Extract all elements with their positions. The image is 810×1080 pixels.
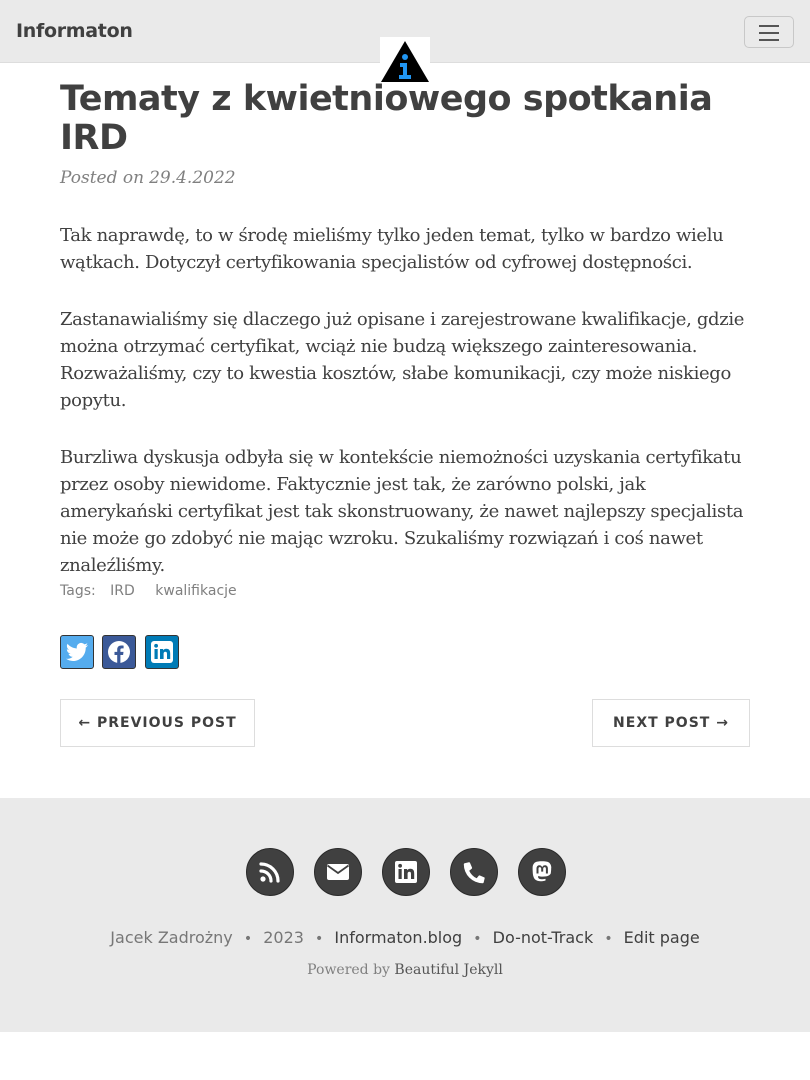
envelope-icon bbox=[326, 864, 350, 880]
post-paragraph-1: Tak naprawdę, to w środę mieliśmy tylko … bbox=[60, 225, 724, 273]
previous-post-button[interactable]: ← PREVIOUS POST bbox=[60, 699, 255, 747]
powered-by-label: Powered by bbox=[307, 962, 390, 978]
facebook-icon bbox=[108, 641, 131, 663]
footer-separator: • bbox=[604, 931, 613, 947]
footer-phone-link[interactable] bbox=[450, 848, 498, 896]
linkedin-icon bbox=[150, 641, 173, 663]
next-post-button[interactable]: NEXT POST → bbox=[592, 699, 750, 747]
footer-year: 2023 bbox=[263, 928, 304, 947]
footer-powered-by: Powered by Beautiful Jekyll bbox=[0, 962, 810, 978]
share-facebook-button[interactable] bbox=[102, 635, 137, 669]
rss-icon bbox=[259, 862, 280, 883]
footer: Jacek Zadrożny • 2023 • Informaton.blog … bbox=[0, 798, 810, 1032]
footer-site-link[interactable]: Informaton.blog bbox=[334, 928, 462, 947]
footer-linkedin-link[interactable] bbox=[382, 848, 430, 896]
tag-link-ird[interactable]: IRD bbox=[110, 583, 135, 599]
hamburger-menu-icon bbox=[759, 25, 779, 41]
menu-toggle-button[interactable] bbox=[744, 16, 794, 48]
post-date: 29.4.2022 bbox=[149, 168, 236, 188]
share-twitter-button[interactable] bbox=[60, 635, 94, 669]
theme-link[interactable]: Beautiful Jekyll bbox=[394, 962, 502, 978]
footer-edit-page-link[interactable]: Edit page bbox=[624, 928, 700, 947]
share-linkedin-button[interactable] bbox=[144, 635, 179, 669]
site-brand-link[interactable]: Informaton bbox=[16, 20, 133, 42]
footer-copyright: Jacek Zadrożny • 2023 • Informaton.blog … bbox=[0, 928, 810, 947]
footer-social-links bbox=[246, 848, 566, 896]
footer-separator: • bbox=[243, 931, 253, 947]
footer-mastodon-link[interactable] bbox=[518, 848, 566, 896]
twitter-icon bbox=[66, 642, 88, 661]
info-triangle-logo-icon[interactable] bbox=[380, 37, 430, 84]
footer-email-link[interactable] bbox=[314, 848, 362, 896]
share-buttons bbox=[60, 635, 183, 669]
post-tags: Tags: IRD kwalifikacje bbox=[60, 583, 243, 599]
post-paragraph-2: Zastanawialiśmy się dlaczego już opisane… bbox=[60, 309, 745, 411]
footer-rss-link[interactable] bbox=[246, 848, 294, 896]
footer-author: Jacek Zadrożny bbox=[110, 928, 233, 947]
post-meta: Posted on 29.4.2022 bbox=[60, 168, 236, 188]
linkedin-icon bbox=[395, 861, 417, 883]
tags-label: Tags: bbox=[60, 583, 96, 599]
posted-on-label: Posted on bbox=[60, 168, 145, 188]
mastodon-icon bbox=[532, 861, 552, 882]
footer-dnt-link[interactable]: Do-not-Track bbox=[493, 928, 594, 947]
post-title: Tematy z kwietniowego spotkania IRD bbox=[60, 79, 713, 158]
phone-icon bbox=[463, 862, 485, 884]
footer-separator: • bbox=[315, 931, 324, 947]
footer-separator: • bbox=[473, 931, 482, 947]
post-paragraph-3: Burzliwa dyskusja odbyła się w kontekści… bbox=[60, 447, 744, 576]
tag-link-kwalifikacje[interactable]: kwalifikacje bbox=[155, 583, 236, 599]
